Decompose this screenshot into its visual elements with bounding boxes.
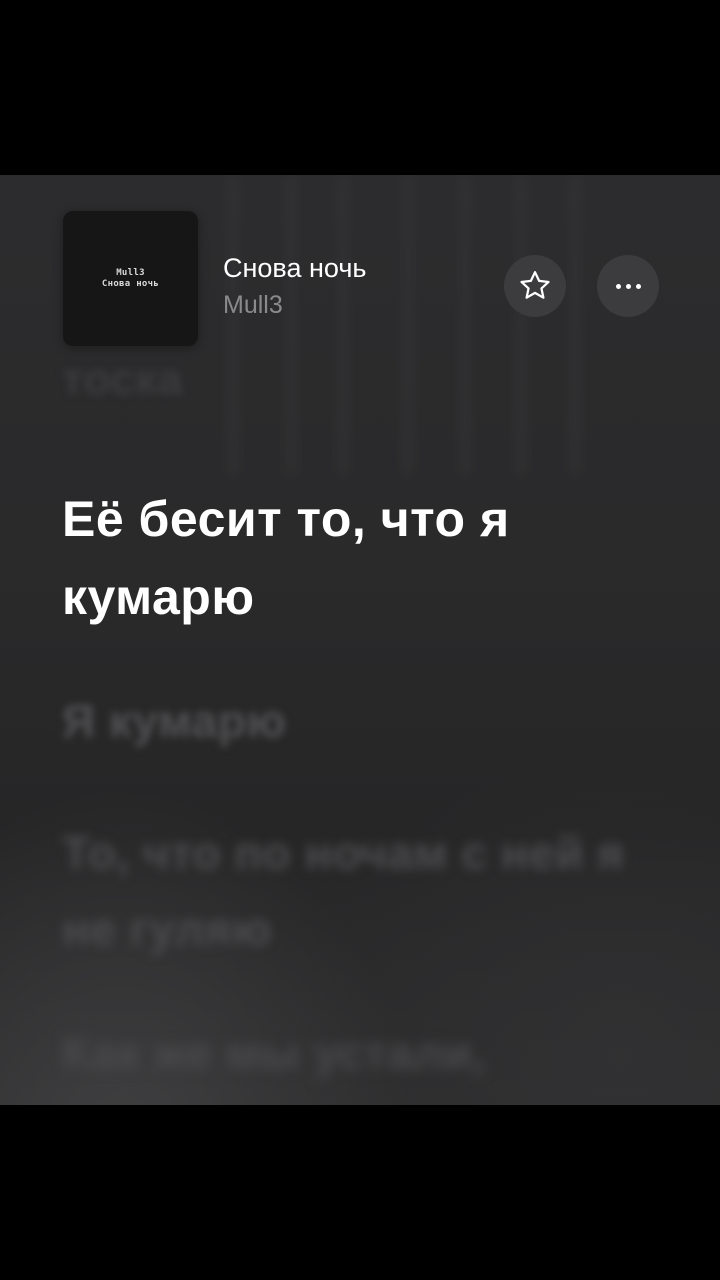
- lyrics-player: Mull3 Снова ночь Снова ночь Mull3 тоска …: [0, 175, 720, 1105]
- background-artwork-blur: [200, 175, 620, 475]
- screen: Mull3 Снова ночь Снова ночь Mull3 тоска …: [0, 0, 720, 1280]
- lyric-line-previous[interactable]: тоска: [62, 355, 662, 405]
- ellipsis-icon: [615, 283, 641, 289]
- lyric-line-next[interactable]: Как же мы устали,: [62, 1015, 662, 1091]
- cover-artist-text: Mull3: [116, 267, 145, 278]
- track-title[interactable]: Снова ночь: [223, 253, 366, 284]
- lyric-line-current[interactable]: Её бесит то, что я кумарю: [62, 480, 662, 636]
- lyric-line-next[interactable]: То, что по ночам с ней я не гуляю: [62, 815, 662, 967]
- star-outline-icon: [520, 271, 550, 299]
- album-cover[interactable]: Mull3 Снова ночь: [63, 211, 198, 346]
- track-artist[interactable]: Mull3: [223, 291, 283, 320]
- cover-title-text: Снова ночь: [101, 278, 160, 289]
- favorite-button[interactable]: [504, 255, 566, 317]
- more-options-button[interactable]: [597, 255, 659, 317]
- lyric-line-next[interactable]: Я кумарю: [62, 685, 662, 757]
